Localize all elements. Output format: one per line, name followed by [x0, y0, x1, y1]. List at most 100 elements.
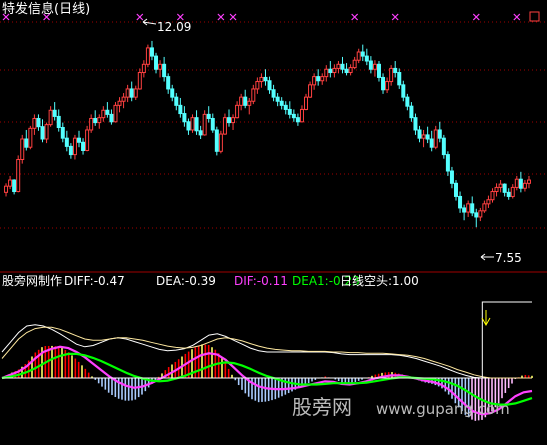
candle-body [222, 117, 227, 135]
price-candles [4, 40, 531, 228]
candle-body [166, 76, 171, 90]
candle-body [514, 178, 519, 188]
candle-body [186, 121, 191, 131]
candle-body [239, 96, 244, 106]
candle-body [381, 76, 386, 91]
candle-body [72, 137, 77, 156]
candle-body [356, 51, 361, 61]
candle-body [466, 203, 471, 213]
candle-body [64, 137, 69, 147]
candle-body [368, 60, 373, 70]
signal-arrow [481, 310, 491, 327]
candle-body [101, 109, 106, 119]
candle-body [174, 96, 179, 106]
candle-body [97, 117, 102, 124]
candle-body [158, 63, 163, 70]
candle-body [149, 47, 154, 57]
candle-body [113, 104, 118, 123]
candle-body [218, 133, 223, 152]
candle-body [210, 117, 215, 131]
candle-body [133, 88, 138, 98]
watermark-cn: 股旁网 [292, 395, 352, 419]
candle-body [389, 67, 394, 83]
candle-body [105, 109, 110, 115]
candle-body [401, 84, 406, 98]
candle-body [405, 96, 410, 107]
marker-icon [229, 13, 237, 21]
candle-body [145, 47, 150, 65]
candle-body [340, 63, 345, 70]
candle-body [304, 96, 309, 110]
candle-body [328, 68, 333, 74]
candle-body [413, 117, 418, 131]
candle-body [295, 117, 300, 123]
high-annotation: 12.09 [142, 18, 191, 34]
candle-body [226, 117, 231, 124]
candle-body [417, 129, 422, 139]
candle-body [8, 179, 13, 187]
candle-body [129, 88, 134, 98]
low-label: 7.55 [495, 251, 522, 265]
candle-body [16, 159, 21, 193]
candle-body [259, 76, 264, 83]
candle-body [182, 113, 187, 123]
candle-body [271, 89, 276, 98]
low-annotation: 7.55 [480, 251, 522, 265]
candle-body [275, 96, 280, 102]
indicator-legend: 股旁网制作 DIFF:-0.47 DEA:-0.39 DIF:-0.11 DEA… [2, 273, 419, 288]
candle-body [324, 68, 329, 78]
candle-body [109, 113, 114, 123]
candle-body [68, 145, 73, 156]
low-arrow-icon [480, 253, 494, 261]
candle-body [449, 170, 454, 184]
candle-body [344, 68, 349, 74]
close-box[interactable] [529, 11, 540, 22]
candle-body [40, 126, 45, 140]
marker-icon [136, 13, 144, 21]
candle-body [267, 80, 272, 91]
candle-body [162, 63, 167, 78]
candle-body [279, 100, 284, 106]
candle-body [502, 183, 507, 193]
candle-body [385, 81, 390, 91]
candle-body [24, 138, 29, 148]
candle-body [198, 130, 203, 136]
candle-body [214, 129, 219, 152]
candle-body [518, 178, 523, 189]
candle-body [352, 59, 357, 69]
candle-body [506, 191, 511, 197]
candle-body [478, 210, 483, 218]
candle-body [89, 117, 94, 131]
candle-body [498, 183, 503, 188]
marker-icon [513, 13, 521, 21]
chart-canvas: 特发信息(日线) 12.09 7.55 股旁网制作 DIFF:-0.47 DEA… [0, 1, 547, 421]
legend-signal: 日线空头:1.00 [340, 274, 419, 288]
candle-body [125, 88, 130, 98]
close-icon[interactable] [529, 11, 540, 22]
candle-body [93, 117, 98, 124]
candle-body [263, 76, 268, 82]
candle-body [320, 76, 325, 82]
candle-body [81, 141, 86, 151]
candle-body [194, 117, 199, 132]
chart-title: 特发信息(日线) [2, 1, 90, 17]
candle-body [243, 96, 248, 106]
candle-body [44, 124, 49, 140]
candle-body [36, 117, 41, 128]
candle-body [445, 154, 450, 172]
candle-body [482, 203, 487, 212]
legend-dif: DIF:-0.11 [234, 274, 288, 288]
marker-icon [391, 13, 399, 21]
candle-body [283, 104, 288, 110]
watermark: 股旁网 www.gupang.com [292, 395, 510, 419]
candle-body [231, 117, 236, 124]
marker-icon [472, 13, 480, 21]
candle-body [52, 109, 57, 117]
candle-body [360, 51, 365, 57]
candle-body [409, 105, 414, 119]
candle-body [510, 186, 515, 197]
candle-body [437, 129, 442, 139]
candle-body [178, 104, 183, 115]
candle-body [190, 117, 195, 131]
candle-body [474, 212, 479, 218]
